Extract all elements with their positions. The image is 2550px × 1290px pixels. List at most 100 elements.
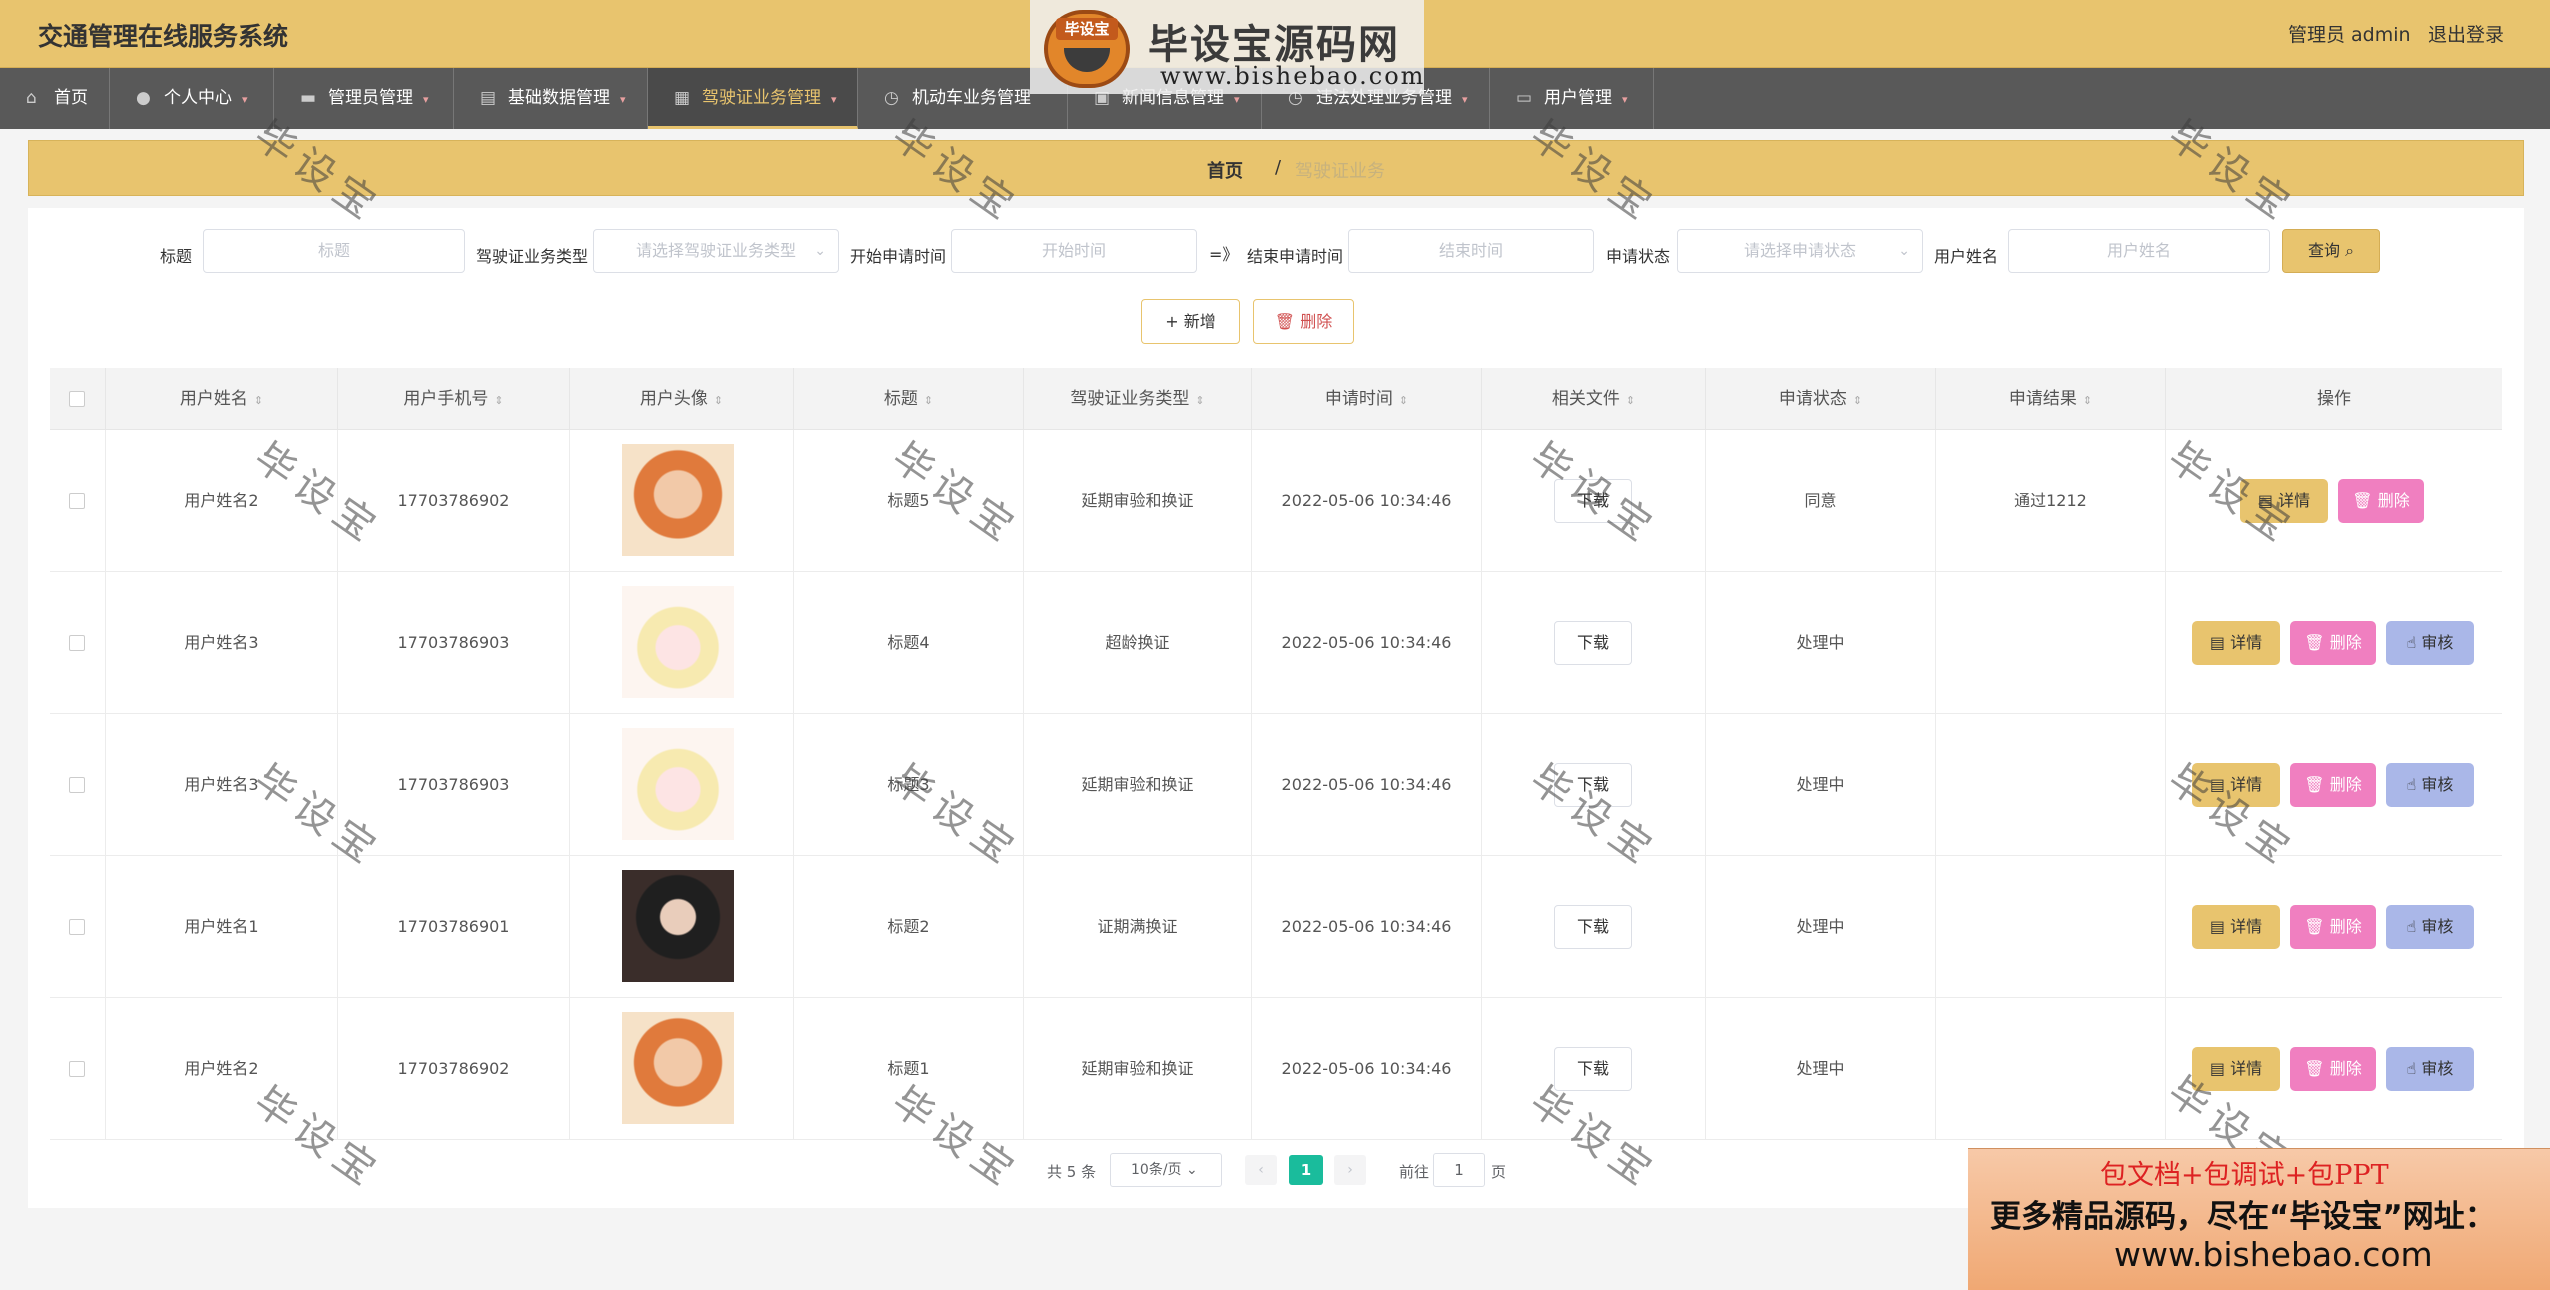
row-checkbox[interactable]: [69, 919, 85, 935]
trash-icon: 🗑: [1274, 312, 1296, 331]
cell-result: 通过1212: [1936, 430, 2166, 572]
col-header-avatar[interactable]: 用户头像 ⇕: [570, 368, 794, 430]
user-avatar[interactable]: [622, 870, 734, 982]
col-header-time[interactable]: 申请时间 ⇕: [1252, 368, 1482, 430]
next-page-button[interactable]: ›: [1334, 1155, 1366, 1185]
cell-time: 2022-05-06 10:34:46: [1252, 998, 1482, 1140]
status-filter-select[interactable]: 请选择申请状态 ⌄: [1677, 229, 1923, 273]
prev-page-button[interactable]: ‹: [1245, 1155, 1277, 1185]
chevron-down-icon: ▾: [620, 93, 626, 106]
user-avatar[interactable]: [622, 728, 734, 840]
user-icon: ●: [136, 88, 151, 108]
title-filter-input[interactable]: 标题: [203, 229, 465, 273]
cell-status: 同意: [1706, 430, 1936, 572]
delete-button[interactable]: 🗑 删除: [2290, 1047, 2376, 1091]
delete-button[interactable]: 🗑 删除: [2290, 905, 2376, 949]
cell-result: [1936, 714, 2166, 856]
col-header-phone[interactable]: 用户手机号 ⇕: [338, 368, 570, 430]
chevron-down-icon: ▾: [423, 93, 429, 106]
cell-type: 超龄换证: [1024, 572, 1252, 714]
cell-type: 证期满换证: [1024, 856, 1252, 998]
cell-phone: 17703786902: [338, 998, 570, 1140]
detail-button[interactable]: ▤ 详情: [2192, 905, 2280, 949]
cell-result: [1936, 856, 2166, 998]
end-time-label: 结束申请时间: [1247, 247, 1344, 266]
cell-status: 处理中: [1706, 714, 1936, 856]
sort-icon: ⇕: [1852, 394, 1863, 407]
audit-button[interactable]: ☝ 审核: [2386, 905, 2474, 949]
chevron-down-icon: ▾: [1622, 93, 1628, 106]
status-filter-label: 申请状态: [1606, 247, 1671, 266]
col-header-type[interactable]: 驾驶证业务类型 ⇕: [1024, 368, 1252, 430]
user-avatar[interactable]: [622, 444, 734, 556]
user-avatar[interactable]: [622, 586, 734, 698]
start-time-label: 开始申请时间: [850, 247, 947, 266]
breadcrumb-home[interactable]: 首页: [1207, 157, 1243, 183]
grid-icon: ▦: [674, 88, 691, 108]
user-avatar[interactable]: [622, 1012, 734, 1124]
page-size-select[interactable]: 10条/页 ⌄: [1110, 1153, 1222, 1187]
audit-button[interactable]: ☝ 审核: [2386, 1047, 2474, 1091]
cell-name: 用户姓名1: [106, 856, 338, 998]
goto-page-input[interactable]: 1: [1433, 1153, 1485, 1187]
cell-status: 处理中: [1706, 856, 1936, 998]
table-row: 用户姓名2 17703786902 标题1 延期审验和换证 2022-05-06…: [50, 998, 2502, 1140]
chevron-down-icon: ⌄: [814, 243, 826, 259]
logo-emblem-icon: 毕设宝: [1044, 10, 1130, 88]
nav-item-basic-data[interactable]: ▤ 基础数据管理 ▾: [454, 68, 648, 129]
bulk-delete-button[interactable]: 🗑 删除: [1253, 299, 1354, 344]
col-header-result[interactable]: 申请结果 ⇕: [1936, 368, 2166, 430]
query-button[interactable]: 查询 ⌕: [2282, 229, 2380, 273]
promo-line-3: www.bishebao.com: [2114, 1235, 2433, 1274]
col-header-title[interactable]: 标题 ⇕: [794, 368, 1024, 430]
cell-title: 标题4: [794, 572, 1024, 714]
logout-link[interactable]: 退出登录: [2428, 20, 2504, 47]
delete-button[interactable]: 🗑 删除: [2338, 479, 2424, 523]
download-button[interactable]: 下载: [1554, 905, 1632, 949]
breadcrumb-separator: /: [1275, 157, 1282, 178]
table-row: 用户姓名3 17703786903 标题4 超龄换证 2022-05-06 10…: [50, 572, 2502, 714]
document-icon: ▤: [2209, 917, 2225, 936]
cell-result: [1936, 572, 2166, 714]
download-button[interactable]: 下载: [1554, 621, 1632, 665]
nav-item-license[interactable]: ▦ 驾驶证业务管理 ▾: [648, 68, 858, 129]
col-header-actions: 操作: [2317, 389, 2351, 409]
clipboard-icon: ▤: [480, 88, 497, 108]
row-checkbox[interactable]: [69, 635, 85, 651]
chevron-down-icon: ▾: [1462, 93, 1468, 106]
cell-time: 2022-05-06 10:34:46: [1252, 714, 1482, 856]
audit-button[interactable]: ☝ 审核: [2386, 621, 2474, 665]
cell-name: 用户姓名3: [106, 572, 338, 714]
row-checkbox[interactable]: [69, 1061, 85, 1077]
username-filter-input[interactable]: 用户姓名: [2008, 229, 2270, 273]
sort-icon: ⇕: [1195, 394, 1205, 407]
page-number-active[interactable]: 1: [1289, 1155, 1323, 1185]
delete-button[interactable]: 🗑 删除: [2290, 763, 2376, 807]
type-filter-select[interactable]: 请选择驾驶证业务类型 ⌄: [593, 229, 839, 273]
col-header-name[interactable]: 用户姓名 ⇕: [106, 368, 338, 430]
col-header-status[interactable]: 申请状态 ⇕: [1706, 368, 1936, 430]
chevron-down-icon: ⌄: [1898, 243, 1910, 259]
select-all-checkbox[interactable]: [69, 391, 85, 407]
col-header-file[interactable]: 相关文件 ⇕: [1482, 368, 1706, 430]
table-row: 用户姓名2 17703786902 标题5 延期审验和换证 2022-05-06…: [50, 430, 2502, 572]
promo-banner: 包文档+包调试+包PPT 更多精品源码，尽在“毕设宝”网址： www.bishe…: [1968, 1148, 2550, 1290]
nav-item-home[interactable]: ⌂ 首页: [0, 68, 110, 129]
cell-status: 处理中: [1706, 572, 1936, 714]
trash-icon: 🗑: [2304, 1059, 2325, 1078]
row-checkbox[interactable]: [69, 777, 85, 793]
delete-button[interactable]: 🗑 删除: [2290, 621, 2376, 665]
audit-button[interactable]: ☝ 审核: [2386, 763, 2474, 807]
nav-item-profile[interactable]: ● 个人中心 ▾: [110, 68, 274, 129]
chevron-down-icon: ▾: [242, 93, 248, 106]
document-icon: ▤: [2209, 633, 2225, 652]
cell-phone: 17703786901: [338, 856, 570, 998]
sort-icon: ⇕: [713, 394, 724, 407]
end-time-input[interactable]: 结束时间: [1348, 229, 1594, 273]
logo-url: www.bishebao.com: [1160, 62, 1426, 90]
detail-button[interactable]: ▤ 详情: [2192, 621, 2280, 665]
start-time-input[interactable]: 开始时间: [951, 229, 1197, 273]
username-filter-label: 用户姓名: [1934, 247, 1999, 266]
add-button[interactable]: + 新增: [1141, 299, 1240, 344]
row-checkbox[interactable]: [69, 493, 85, 509]
